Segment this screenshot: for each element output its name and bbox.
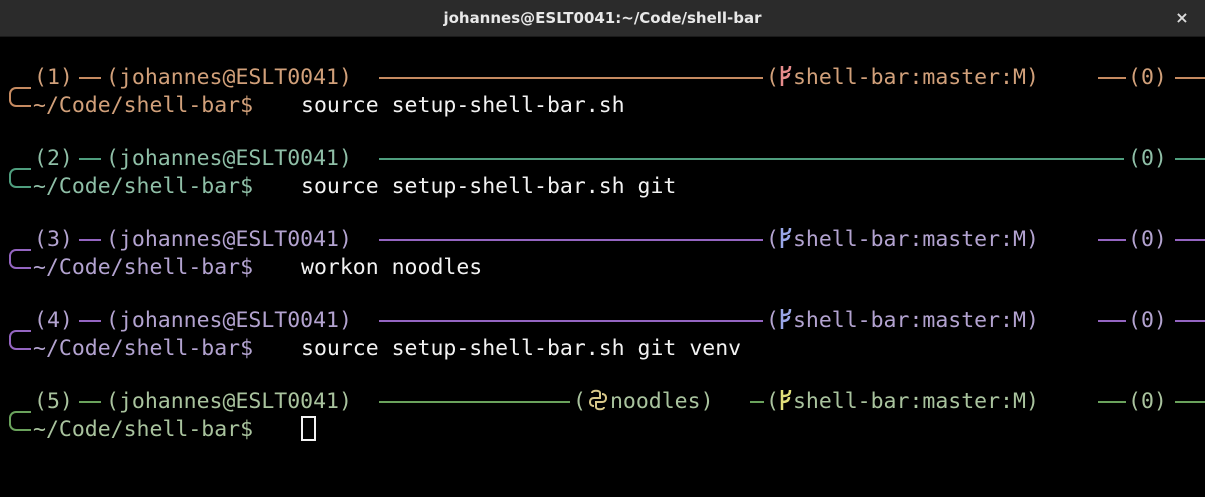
prompt-status-line: (4) (johannes@ESLT0041) (shell-bar:maste… [0,307,1205,335]
prompt-number: 5 [46,389,60,414]
git-branch-icon [780,227,792,248]
exit-code: 0 [1140,146,1154,171]
prompt-number: 1 [46,65,60,90]
git-status: shell-bar:master:M [792,308,1026,333]
cwd: ~/Code/shell-bar$ [33,417,254,442]
git-status: shell-bar:master:M [792,227,1026,252]
cwd: ~/Code/shell-bar$ [33,255,254,280]
command: source setup-shell-bar.sh git venv [301,336,742,361]
exit-code: 0 [1140,227,1154,252]
git-status: shell-bar:master:M [792,65,1026,90]
git-branch-icon [780,389,792,410]
title-bar: johannes@ESLT0041:~/Code/shell-bar × [0,0,1205,37]
prompt-status-line: (2) (johannes@ESLT0041) (0) [0,145,1205,173]
cwd: ~/Code/shell-bar$ [33,174,254,199]
user-host: johannes@ESLT0041 [118,308,340,333]
git-branch-icon [780,65,792,86]
terminal[interactable]: (1) (johannes@ESLT0041) (shell-bar:maste… [0,37,1205,497]
user-host: johannes@ESLT0041 [118,65,340,90]
exit-code: 0 [1140,308,1154,333]
user-host: johannes@ESLT0041 [118,389,340,414]
venv-name: noodles [609,389,701,414]
command: source setup-shell-bar.sh [301,93,625,118]
git-branch-icon [780,308,792,329]
prompt-number: 3 [46,227,60,252]
exit-code: 0 [1140,65,1154,90]
exit-code: 0 [1140,389,1154,414]
window-title: johannes@ESLT0041:~/Code/shell-bar [443,9,762,27]
git-status: shell-bar:master:M [792,389,1026,414]
command-line: ~/Code/shell-bar$ source setup-shell-bar… [0,335,1205,363]
cwd: ~/Code/shell-bar$ [33,93,254,118]
terminal-cursor[interactable] [301,415,316,441]
command: workon noodles [301,255,483,280]
cwd: ~/Code/shell-bar$ [33,336,254,361]
command-line: ~/Code/shell-bar$ source setup-shell-bar… [0,173,1205,201]
python-icon [588,389,607,411]
command-line: ~/Code/shell-bar$ workon noodles [0,254,1205,282]
prompt-status-line: (1) (johannes@ESLT0041) (shell-bar:maste… [0,64,1205,92]
command: source setup-shell-bar.sh git [301,174,677,199]
prompt-number: 2 [46,146,60,171]
command-line: ~/Code/shell-bar$ source setup-shell-bar… [0,92,1205,120]
prompt-status-line: (3) (johannes@ESLT0041) (shell-bar:maste… [0,226,1205,254]
close-icon[interactable]: × [1171,6,1193,28]
prompt-status-line: (5) (johannes@ESLT0041) (noodles) (shell… [0,388,1205,416]
user-host: johannes@ESLT0041 [118,227,340,252]
user-host: johannes@ESLT0041 [118,146,340,171]
prompt-number: 4 [46,308,60,333]
command-line: ~/Code/shell-bar$ [0,415,1205,444]
